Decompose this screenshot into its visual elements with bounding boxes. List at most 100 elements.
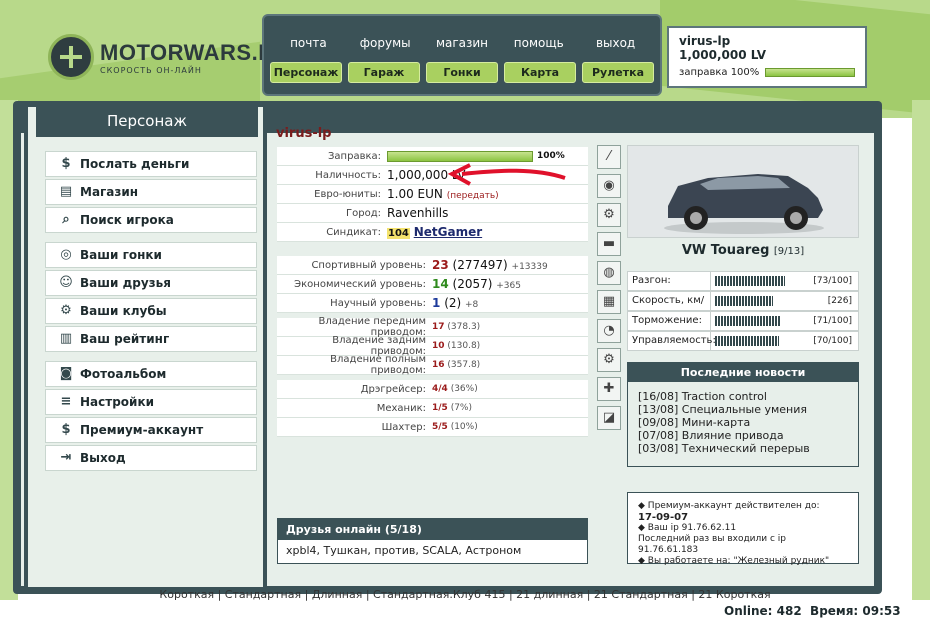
part-turbo-icon[interactable]: ◍	[597, 261, 621, 285]
news-date: [03/08]	[638, 442, 679, 455]
sidebar-item-shop[interactable]: ▤ Магазин	[45, 179, 257, 205]
part-spoiler-icon[interactable]: ▬	[597, 232, 621, 256]
account-info-panel: ◆ Премиум-аккаунт действителен до: 17-09…	[627, 492, 859, 566]
nav-link-shop[interactable]: магазин	[424, 36, 501, 50]
footer-link[interactable]: Короткая	[159, 588, 214, 601]
nav-link-forums[interactable]: форумы	[347, 36, 424, 50]
nav-button-roulette[interactable]: Рулетка	[582, 62, 654, 83]
profile-row-mechanic: Механик: 1/5 (7%)	[277, 399, 588, 418]
sidebar-item-clubs[interactable]: ⚙ Ваши клубы	[45, 298, 257, 324]
footer-link[interactable]: 21 длинная	[516, 588, 583, 601]
sidebar-item-settings[interactable]: ≡ Настройки	[45, 389, 257, 415]
online-status: Online: 482 Время: 09:53	[724, 604, 901, 618]
econ-delta: +365	[496, 281, 521, 291]
clubs-icon: ⚙	[60, 303, 72, 318]
spec-label: Торможение:	[628, 312, 711, 330]
profile-name: virus-lp	[276, 126, 332, 141]
sidebar-item-premium[interactable]: $ Премиум-аккаунт	[45, 417, 257, 443]
nav-link-logout[interactable]: выход	[577, 36, 654, 50]
econ-points: (2057)	[452, 277, 493, 291]
footer-link[interactable]: Стандартная.Клуб 415	[373, 588, 505, 601]
row-separator	[277, 246, 588, 250]
nav-button-character[interactable]: Персонаж	[270, 62, 342, 83]
news-item[interactable]: [09/08] Мини-карта	[638, 416, 848, 429]
news-item[interactable]: [07/08] Влияние привода	[638, 429, 848, 442]
awd-points: (357.8)	[447, 360, 481, 370]
drag-value: 4/4	[432, 384, 448, 394]
footer-link[interactable]: Стандартная	[225, 588, 301, 601]
friends-online-list[interactable]: xpbl4, Тушкан, против, SCALA, Астроном	[278, 540, 587, 561]
search-icon: ⌕	[62, 212, 70, 227]
rating-icon: ▥	[59, 331, 73, 346]
sidebar-item-label: Ваши друзья	[80, 276, 171, 290]
sidebar-item-send-money[interactable]: $ Послать деньги	[45, 151, 257, 177]
settings-icon: ≡	[60, 394, 72, 409]
profile-row-sport-level: Спортивный уровень: 23 (277497) +13339	[277, 256, 588, 275]
spec-label: Разгон:	[628, 272, 711, 290]
footer-link[interactable]: 21 Короткая	[698, 588, 770, 601]
nav-link-mail[interactable]: почта	[270, 36, 347, 50]
nav-button-garage[interactable]: Гараж	[348, 62, 420, 83]
site-logo[interactable]: MOTORWARS.RU СКОРОСТЬ ОН-ЛАЙН	[48, 34, 291, 80]
news-date: [13/08]	[638, 403, 679, 416]
sidebar-title: Персонаж	[36, 107, 258, 137]
nav-button-races[interactable]: Гонки	[426, 62, 498, 83]
footer-link[interactable]: Длинная	[312, 588, 363, 601]
sidebar-item-rating[interactable]: ▥ Ваш рейтинг	[45, 326, 257, 352]
spec-bar	[715, 316, 781, 326]
spec-braking: Торможение: [71/100]	[627, 311, 859, 331]
spec-value: [70/100]	[813, 336, 852, 346]
news-text: Traction control	[681, 390, 767, 403]
sidebar-item-races[interactable]: ◎ Ваши гонки	[45, 242, 257, 268]
logo-icon	[48, 34, 94, 80]
syndicate-link[interactable]: NetGamer	[414, 225, 482, 239]
miner-pct: (10%)	[450, 422, 478, 432]
part-tire-icon[interactable]: ◉	[597, 174, 621, 198]
sidebar-item-exit[interactable]: ⇥ Выход	[45, 445, 257, 471]
user-money: 1,000,000 LV	[679, 48, 767, 62]
news-date: [16/08]	[638, 390, 679, 403]
news-item[interactable]: [03/08] Технический перерыв	[638, 442, 848, 455]
spec-handling: Управляемость: [70/100]	[627, 331, 859, 351]
profile-label: Дрэгрейсер:	[360, 383, 426, 395]
news-item[interactable]: [16/08] Traction control	[638, 390, 848, 403]
science-delta: +8	[465, 300, 479, 310]
profile-label: Синдикат:	[326, 226, 381, 238]
profile-row-awd: Владение полным приводом: 16 (357.8)	[277, 354, 588, 376]
sidebar-item-label: Ваш рейтинг	[80, 332, 170, 346]
news-item[interactable]: [13/08] Специальные умения	[638, 403, 848, 416]
sidebar-item-friends[interactable]: ☺ Ваши друзья	[45, 270, 257, 296]
spec-bar	[715, 336, 779, 346]
footer-link[interactable]: 21 Стандартная	[594, 588, 688, 601]
nav-button-map[interactable]: Карта	[504, 62, 576, 83]
sidebar-item-search-player[interactable]: ⌕ Поиск игрока	[45, 207, 257, 233]
car-image[interactable]	[627, 145, 859, 238]
syndicate-id: 104	[387, 228, 410, 239]
news-date: [09/08]	[638, 416, 679, 429]
mechanic-pct: (7%)	[450, 403, 472, 413]
profile-label: Владение полным приводом:	[330, 354, 426, 376]
right-decoration	[912, 100, 930, 600]
profile-row-syndicate: Синдикат: 104 NetGamer	[277, 223, 588, 242]
part-body-icon[interactable]: ◪	[597, 406, 621, 430]
part-exhaust-icon[interactable]: ⁄	[597, 145, 621, 169]
news-date: [07/08]	[638, 429, 679, 442]
profile-label: Заправка:	[328, 150, 381, 162]
spec-speed: Скорость, км/ч: [226]	[627, 291, 859, 324]
car-slot: [9/13]	[773, 246, 805, 257]
refuel-label: заправка 100%	[679, 67, 760, 78]
last-ip-info: Последний раз вы входили с ip 91.76.61.1…	[638, 534, 787, 555]
part-suspension-icon[interactable]: ⚙	[597, 203, 621, 227]
sidebar-item-photo-album[interactable]: ◙ Фотоальбом	[45, 361, 257, 387]
friends-icon: ☺	[59, 275, 73, 290]
part-engine-icon[interactable]: ▦	[597, 290, 621, 314]
part-transmission-icon[interactable]: ⚙	[597, 348, 621, 372]
sport-points: (277497)	[452, 258, 508, 272]
sidebar-item-label: Поиск игрока	[80, 213, 174, 227]
profile-row-drag: Дрэгрейсер: 4/4 (36%)	[277, 380, 588, 399]
part-brake-icon[interactable]: ◔	[597, 319, 621, 343]
part-nitro-icon[interactable]: ✚	[597, 377, 621, 401]
money-icon: $	[61, 156, 71, 171]
nav-link-help[interactable]: помощь	[500, 36, 577, 50]
user-name: virus-lp	[679, 34, 731, 48]
